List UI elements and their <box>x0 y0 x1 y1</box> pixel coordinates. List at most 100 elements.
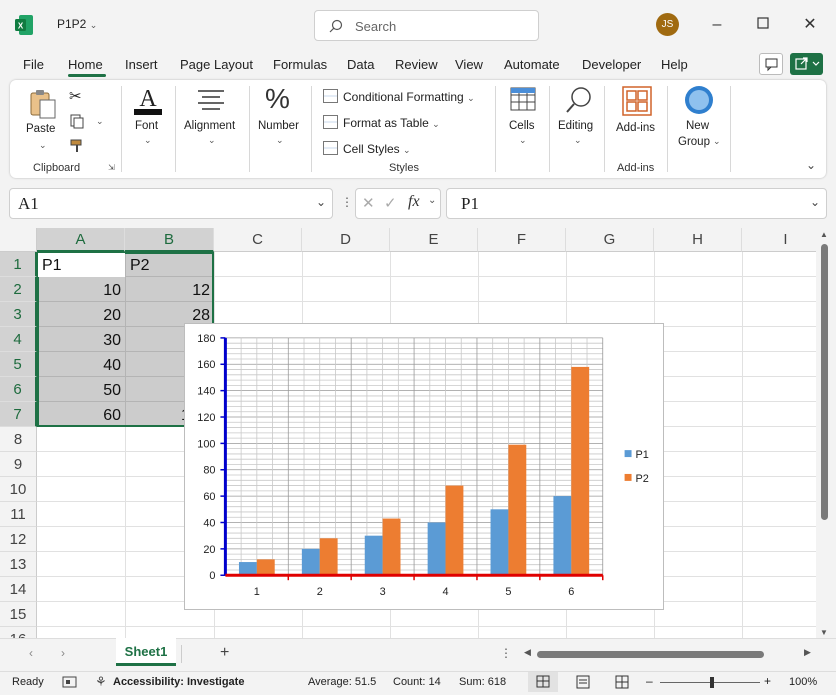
normal-view-button[interactable] <box>528 672 558 692</box>
macro-record-icon[interactable] <box>62 675 78 689</box>
horizontal-scroll-thumb[interactable] <box>537 651 764 658</box>
cell-a4[interactable]: 30 <box>38 328 125 353</box>
menu-page-layout[interactable]: Page Layout <box>180 57 253 72</box>
row-header-15[interactable]: 15 <box>0 602 37 627</box>
menu-formulas[interactable]: Formulas <box>273 57 327 72</box>
row-header-5[interactable]: 5 <box>0 352 37 377</box>
menu-data[interactable]: Data <box>347 57 374 72</box>
maximize-button[interactable] <box>751 13 775 37</box>
row-header-6[interactable]: 6 <box>0 377 37 402</box>
cell-styles-button[interactable]: Cell Styles ⌄ <box>323 141 411 156</box>
collapse-ribbon-icon[interactable]: ⌄ <box>806 158 816 172</box>
format-as-table-button[interactable]: Format as Table ⌄ <box>323 115 440 130</box>
insert-function-icon[interactable]: fx <box>408 193 420 211</box>
alignment-button[interactable]: Alignment <box>184 120 235 132</box>
row-header-7[interactable]: 7 <box>0 402 37 427</box>
vertical-scroll-thumb[interactable] <box>821 244 828 520</box>
row-header-10[interactable]: 10 <box>0 477 37 502</box>
status-sum[interactable]: Sum: 618 <box>459 676 506 688</box>
status-count[interactable]: Count: 14 <box>393 676 441 688</box>
row-header-9[interactable]: 9 <box>0 452 37 477</box>
format-painter-icon[interactable] <box>69 138 85 154</box>
row-header-12[interactable]: 12 <box>0 527 37 552</box>
zoom-in-button[interactable]: + <box>764 674 771 688</box>
cell-b1[interactable]: P2 <box>126 253 213 278</box>
minimize-button[interactable]: – <box>705 13 729 37</box>
col-header-i[interactable]: I <box>742 228 816 252</box>
menu-file[interactable]: File <box>23 57 44 72</box>
cell-a6[interactable]: 50 <box>38 378 125 403</box>
search-box[interactable]: Search <box>314 10 539 41</box>
menu-insert[interactable]: Insert <box>125 57 158 72</box>
copy-icon[interactable] <box>69 113 85 129</box>
col-header-h[interactable]: H <box>654 228 742 252</box>
dialog-launcher-icon[interactable]: ⇲ <box>108 163 115 172</box>
new-group-line1[interactable]: New <box>686 120 709 132</box>
scroll-right-icon[interactable]: ▶ <box>804 647 811 658</box>
col-header-b[interactable]: B <box>125 228 214 252</box>
cell-a5[interactable]: 40 <box>38 353 125 378</box>
menu-help[interactable]: Help <box>661 57 688 72</box>
name-box[interactable]: A1 ⌄ <box>9 188 333 219</box>
font-button[interactable]: Font <box>135 120 158 132</box>
cell-b2[interactable]: 12 <box>126 278 214 303</box>
zoom-level[interactable]: 100% <box>789 676 817 688</box>
share-button[interactable] <box>790 53 823 75</box>
next-sheet-icon[interactable]: › <box>61 646 65 660</box>
menu-developer[interactable]: Developer <box>582 57 641 72</box>
row-header-2[interactable]: 2 <box>0 277 37 302</box>
paste-button[interactable]: Paste <box>26 123 55 135</box>
add-sheet-button[interactable]: + <box>220 644 229 662</box>
scroll-left-icon[interactable]: ◀ <box>524 647 531 658</box>
zoom-slider-thumb[interactable] <box>710 677 714 688</box>
menu-view[interactable]: View <box>455 57 483 72</box>
cut-icon[interactable]: ✂ <box>69 87 82 105</box>
row-header-8[interactable]: 8 <box>0 427 37 452</box>
zoom-out-button[interactable]: – <box>646 674 653 688</box>
cancel-icon[interactable]: ✕ <box>362 194 375 212</box>
number-button[interactable]: Number <box>258 120 299 132</box>
status-average[interactable]: Average: 51.5 <box>308 676 376 688</box>
row-header-13[interactable]: 13 <box>0 552 37 577</box>
addins-button[interactable]: Add-ins <box>616 122 655 134</box>
editing-button[interactable]: Editing <box>558 120 593 132</box>
close-button[interactable]: ✕ <box>798 13 822 37</box>
menu-review[interactable]: Review <box>395 57 438 72</box>
scroll-up-icon[interactable]: ▲ <box>820 230 828 239</box>
col-header-f[interactable]: F <box>478 228 566 252</box>
row-header-14[interactable]: 14 <box>0 577 37 602</box>
more-options-icon[interactable]: ⋮ <box>341 195 353 209</box>
row-header-11[interactable]: 11 <box>0 502 37 527</box>
row-header-4[interactable]: 4 <box>0 327 37 352</box>
cell-a7[interactable]: 60 <box>38 403 125 428</box>
sheet-tab-sheet1[interactable]: Sheet1 <box>116 638 176 666</box>
row-header-3[interactable]: 3 <box>0 302 37 327</box>
row-header-16[interactable]: 16 <box>0 627 37 638</box>
more-options-icon[interactable]: ⋮ <box>500 646 512 660</box>
col-header-c[interactable]: C <box>214 228 302 252</box>
col-header-e[interactable]: E <box>390 228 478 252</box>
select-all-corner[interactable] <box>0 228 37 252</box>
document-title[interactable]: P1P2 ⌄ <box>57 17 97 31</box>
formula-input[interactable]: P1 ⌄ <box>446 188 827 219</box>
cells-button[interactable]: Cells <box>509 120 535 132</box>
comments-button[interactable] <box>759 53 783 75</box>
col-header-a[interactable]: A <box>37 228 125 252</box>
accessibility-status[interactable]: Accessibility: Investigate <box>113 676 244 688</box>
col-header-g[interactable]: G <box>566 228 654 252</box>
conditional-formatting-button[interactable]: Conditional Formatting ⌄ <box>323 89 475 104</box>
page-layout-view-icon[interactable] <box>576 675 590 689</box>
scroll-down-icon[interactable]: ▼ <box>820 628 828 637</box>
row-header-1[interactable]: 1 <box>0 252 37 277</box>
avatar[interactable]: JS <box>656 13 679 36</box>
page-break-view-icon[interactable] <box>615 675 629 689</box>
cell-a2[interactable]: 10 <box>38 278 125 303</box>
new-group-line2[interactable]: Group <box>678 136 710 148</box>
cell-a3[interactable]: 20 <box>38 303 125 328</box>
bar-chart[interactable]: 0 20 40 60 80 100 120 140 160 180 1 2 3 4 5 6 P1 P2 <box>184 323 664 610</box>
prev-sheet-icon[interactable]: ‹ <box>29 646 33 660</box>
cell-a1[interactable]: P1 <box>38 253 125 278</box>
menu-automate[interactable]: Automate <box>504 57 560 72</box>
menu-home[interactable]: Home <box>68 57 103 72</box>
enter-icon[interactable]: ✓ <box>384 194 397 212</box>
